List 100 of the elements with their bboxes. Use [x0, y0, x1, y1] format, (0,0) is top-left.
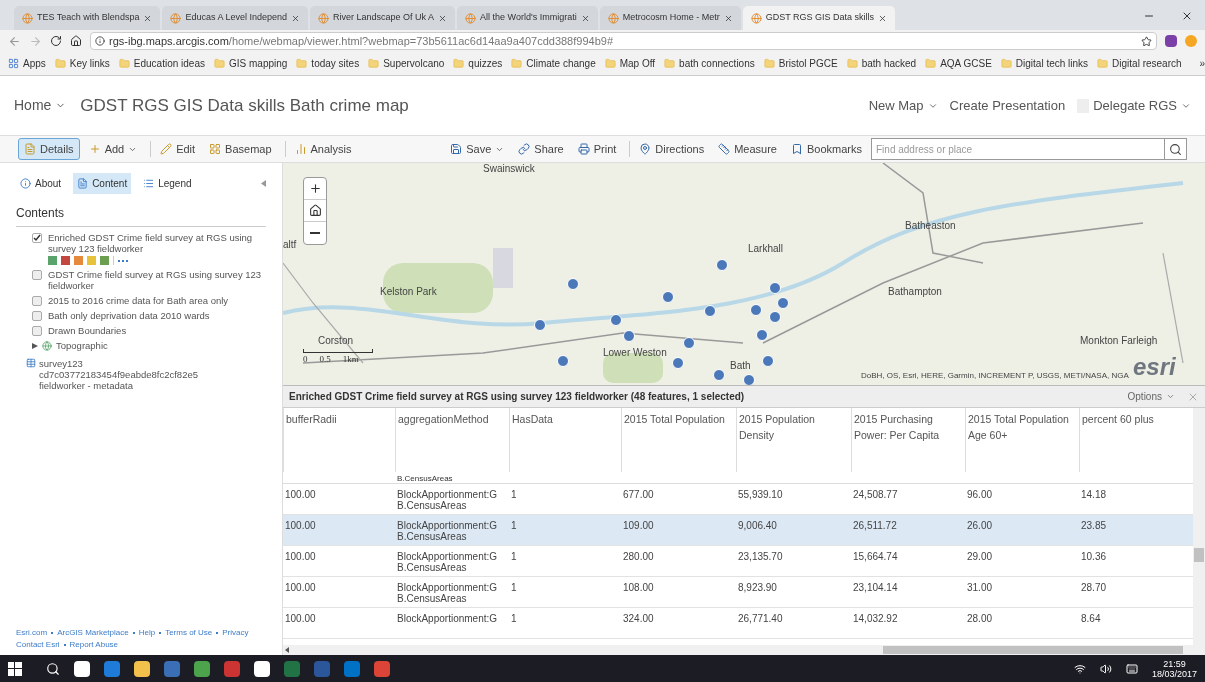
layer-label[interactable]: 2015 to 2016 crime data for Bath area only — [48, 295, 229, 306]
layer-label[interactable]: Bath only deprivation data 2010 wards — [48, 310, 210, 321]
windows-logo-icon[interactable] — [8, 661, 22, 676]
clock-time[interactable]: 21:59 — [1163, 658, 1186, 669]
search-icon[interactable] — [46, 661, 60, 676]
bookmark-item[interactable]: Education ideas — [118, 56, 205, 71]
map-point[interactable] — [610, 314, 622, 326]
checkbox[interactable] — [32, 270, 42, 280]
extension-icon[interactable] — [1165, 35, 1177, 47]
layer-label[interactable]: Drawn Boundaries — [48, 325, 127, 336]
toolbar-button[interactable]: Measure — [713, 138, 782, 160]
reload-icon[interactable] — [50, 35, 62, 47]
browser-tab[interactable]: GDST RGS GIS Data skills — [742, 6, 895, 30]
close-icon[interactable] — [143, 13, 153, 23]
checkbox[interactable] — [32, 233, 42, 243]
layer-label[interactable]: Enriched GDST Crime field survey at RGS using survey 123 fieldworker — [48, 232, 266, 254]
header-link[interactable]: Create Presentation — [949, 95, 1066, 116]
footer-link[interactable]: Help — [138, 627, 156, 639]
toolbar-button[interactable]: Directions — [634, 138, 710, 160]
bookmark-item[interactable]: Key links — [54, 56, 110, 71]
map-point[interactable] — [683, 337, 695, 349]
user-menu[interactable]: Delegate RGS — [1093, 95, 1191, 116]
toolbar-button[interactable]: Bookmarks — [785, 138, 867, 160]
checkbox[interactable] — [32, 311, 42, 321]
collapse-icon[interactable] — [261, 180, 266, 187]
map-point[interactable] — [762, 355, 774, 367]
column-header[interactable]: HasData — [509, 408, 621, 472]
volume-icon[interactable] — [1099, 662, 1112, 675]
panel-tab[interactable]: About — [16, 173, 66, 194]
bookmark-item[interactable]: Apps — [8, 56, 46, 71]
vertical-scrollbar[interactable] — [1193, 408, 1205, 655]
wifi-icon[interactable] — [1073, 662, 1086, 675]
checkbox[interactable] — [32, 326, 42, 336]
footer-link[interactable]: ArcGIS Marketplace — [57, 627, 129, 639]
footer-link[interactable]: Contact Esri — [16, 639, 60, 651]
toolbar-button[interactable]: Details — [18, 138, 80, 160]
map-point[interactable] — [534, 319, 546, 331]
close-icon[interactable] — [438, 13, 448, 23]
map-point[interactable] — [672, 357, 684, 369]
toolbar-button[interactable]: Add — [83, 138, 143, 160]
toolbar-button[interactable]: Print — [572, 138, 622, 160]
footer-link[interactable]: Report Abuse — [69, 639, 119, 651]
map-point[interactable] — [662, 291, 674, 303]
footer-link[interactable]: Privacy — [222, 627, 249, 639]
home-menu[interactable]: Home — [14, 95, 67, 116]
map-point[interactable] — [713, 369, 725, 381]
toolbar-button[interactable]: Basemap — [204, 138, 277, 160]
bookmark-item[interactable]: AQA GCSE — [925, 56, 992, 71]
column-header[interactable]: aggregationMethod — [395, 408, 509, 472]
close-icon[interactable] — [580, 13, 590, 23]
checkbox[interactable] — [32, 296, 42, 306]
browser-tab[interactable]: River Landscape Of Uk A — [310, 6, 456, 30]
browser-tab[interactable]: TES Teach with Blendspa — [14, 6, 161, 30]
map-point[interactable] — [750, 304, 762, 316]
bookmark-item[interactable]: GIS mapping — [214, 56, 288, 71]
close-icon[interactable] — [878, 13, 887, 23]
home-icon[interactable] — [70, 35, 82, 47]
taskbar-app-icon[interactable] — [74, 660, 90, 677]
expand-icon[interactable] — [32, 342, 38, 349]
browser-tab[interactable]: All the World's Immigrati — [457, 6, 598, 30]
bookmark-item[interactable]: Map Off — [604, 56, 656, 71]
taskbar-app-icon[interactable] — [254, 660, 270, 677]
bookmark-item[interactable]: Bristol PGCE — [763, 56, 838, 71]
clock-date[interactable]: 18/03/2017 — [1151, 668, 1197, 679]
bookmark-item[interactable]: Climate change — [511, 56, 596, 71]
footer-link[interactable]: Terms of Use — [165, 627, 213, 639]
panel-tab[interactable]: Legend — [139, 173, 196, 194]
options-menu[interactable]: Options — [1127, 389, 1175, 404]
close-icon[interactable] — [1181, 10, 1193, 22]
toolbar-button[interactable]: Analysis — [289, 138, 357, 160]
column-header[interactable]: percent 60 plus — [1079, 408, 1179, 472]
layer-label[interactable]: Topographic — [56, 340, 108, 351]
bookmark-item[interactable]: Digital tech links — [1000, 56, 1089, 71]
scroll-thumb[interactable] — [1194, 548, 1204, 562]
column-header[interactable]: 2015 Population Density — [736, 408, 851, 472]
back-icon[interactable] — [8, 34, 21, 48]
search-field[interactable]: Find address or place — [871, 138, 1165, 160]
map-point[interactable] — [623, 330, 635, 342]
keyboard-icon[interactable] — [1125, 662, 1138, 675]
bookmark-item[interactable]: Supervolcano — [368, 56, 445, 71]
map-point[interactable] — [777, 297, 789, 309]
close-icon[interactable] — [723, 13, 733, 23]
column-header[interactable]: 2015 Total Population — [621, 408, 736, 472]
taskbar-app-icon[interactable] — [134, 660, 150, 677]
header-link[interactable]: New Map — [868, 95, 938, 116]
toolbar-button[interactable]: Save — [445, 138, 510, 160]
bookmark-item[interactable]: today sites — [296, 56, 360, 71]
bookmark-item[interactable]: bath connections — [664, 56, 755, 71]
toolbar-button[interactable]: Edit — [155, 138, 201, 160]
more-bookmarks[interactable]: » — [1199, 56, 1205, 71]
table-row[interactable]: 100.00 BlockApportionment:G B.CensusAreas 1 109.00 9,006.40 26,511.72 26.00 23.85 — [283, 515, 1193, 546]
horizontal-scrollbar[interactable] — [283, 645, 1193, 655]
bookmark-item[interactable]: Digital research — [1097, 56, 1182, 71]
scroll-left-icon[interactable] — [285, 647, 289, 653]
map-point[interactable] — [769, 282, 781, 294]
panel-tab[interactable]: Content — [73, 173, 132, 194]
browser-tab[interactable]: Metrocosm Home - Metr — [599, 6, 741, 30]
map-point[interactable] — [557, 355, 569, 367]
scroll-thumb[interactable] — [883, 646, 1183, 654]
address-field[interactable]: rgs-ibg.maps.arcgis.com/home/webmap/viewer.html?webmap=73b5611ac6d14aa9a407cdd388f994b9# — [90, 32, 1157, 50]
